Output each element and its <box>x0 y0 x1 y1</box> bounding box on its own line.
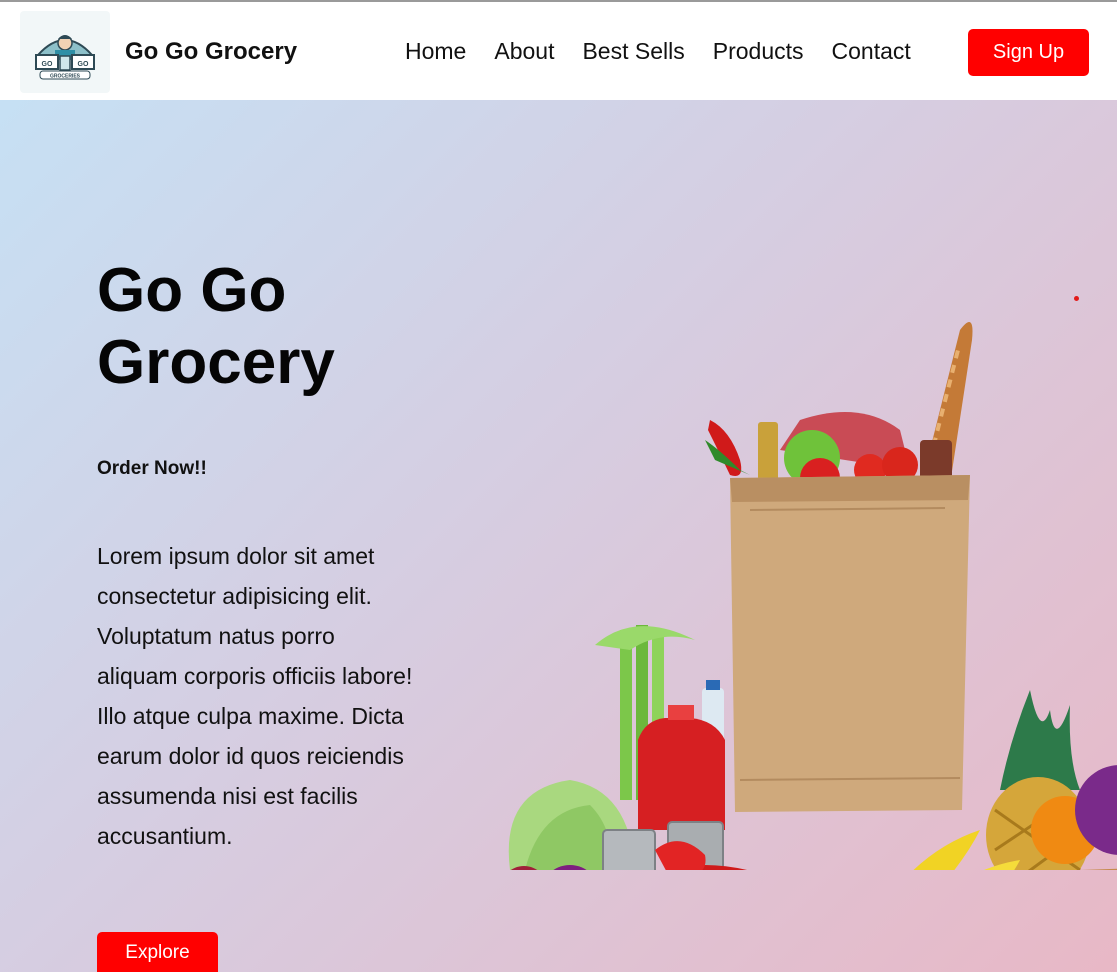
grocery-bag-illustration-icon <box>450 322 1117 960</box>
nav-products-link[interactable]: Products <box>713 38 804 65</box>
hero-description: Lorem ipsum dolor sit amet consectetur a… <box>97 543 413 849</box>
svg-text:GO: GO <box>42 61 53 68</box>
grocery-bag-image <box>440 310 1117 960</box>
grocer-logo-icon: GO GO GROCERIES <box>35 35 95 80</box>
hero-section: Go Go Grocery Order Now!! Lorem ipsum do… <box>0 100 1117 972</box>
main-nav: Home About Best Sells Products Contact <box>405 2 911 100</box>
navbar: GO GO GROCERIES Go Go Grocery Home About… <box>0 2 1117 100</box>
hero-subtitle: Order Now!! <box>97 458 207 479</box>
brand-name[interactable]: Go Go Grocery <box>125 38 297 66</box>
hero-title: Go Go Grocery <box>97 256 335 397</box>
logo[interactable]: GO GO GROCERIES <box>20 11 110 93</box>
svg-text:GROCERIES: GROCERIES <box>50 74 81 80</box>
nav-home-link[interactable]: Home <box>405 38 466 65</box>
signup-button[interactable]: Sign Up <box>968 29 1089 76</box>
explore-button[interactable]: Explore <box>97 932 218 972</box>
nav-contact-link[interactable]: Contact <box>832 38 911 65</box>
brand[interactable]: GO GO GROCERIES Go Go Grocery <box>20 11 297 93</box>
nav-about-link[interactable]: About <box>494 38 554 65</box>
decorative-dot <box>1074 296 1079 301</box>
nav-best-sells-link[interactable]: Best Sells <box>582 38 684 65</box>
svg-text:GO: GO <box>78 61 89 68</box>
